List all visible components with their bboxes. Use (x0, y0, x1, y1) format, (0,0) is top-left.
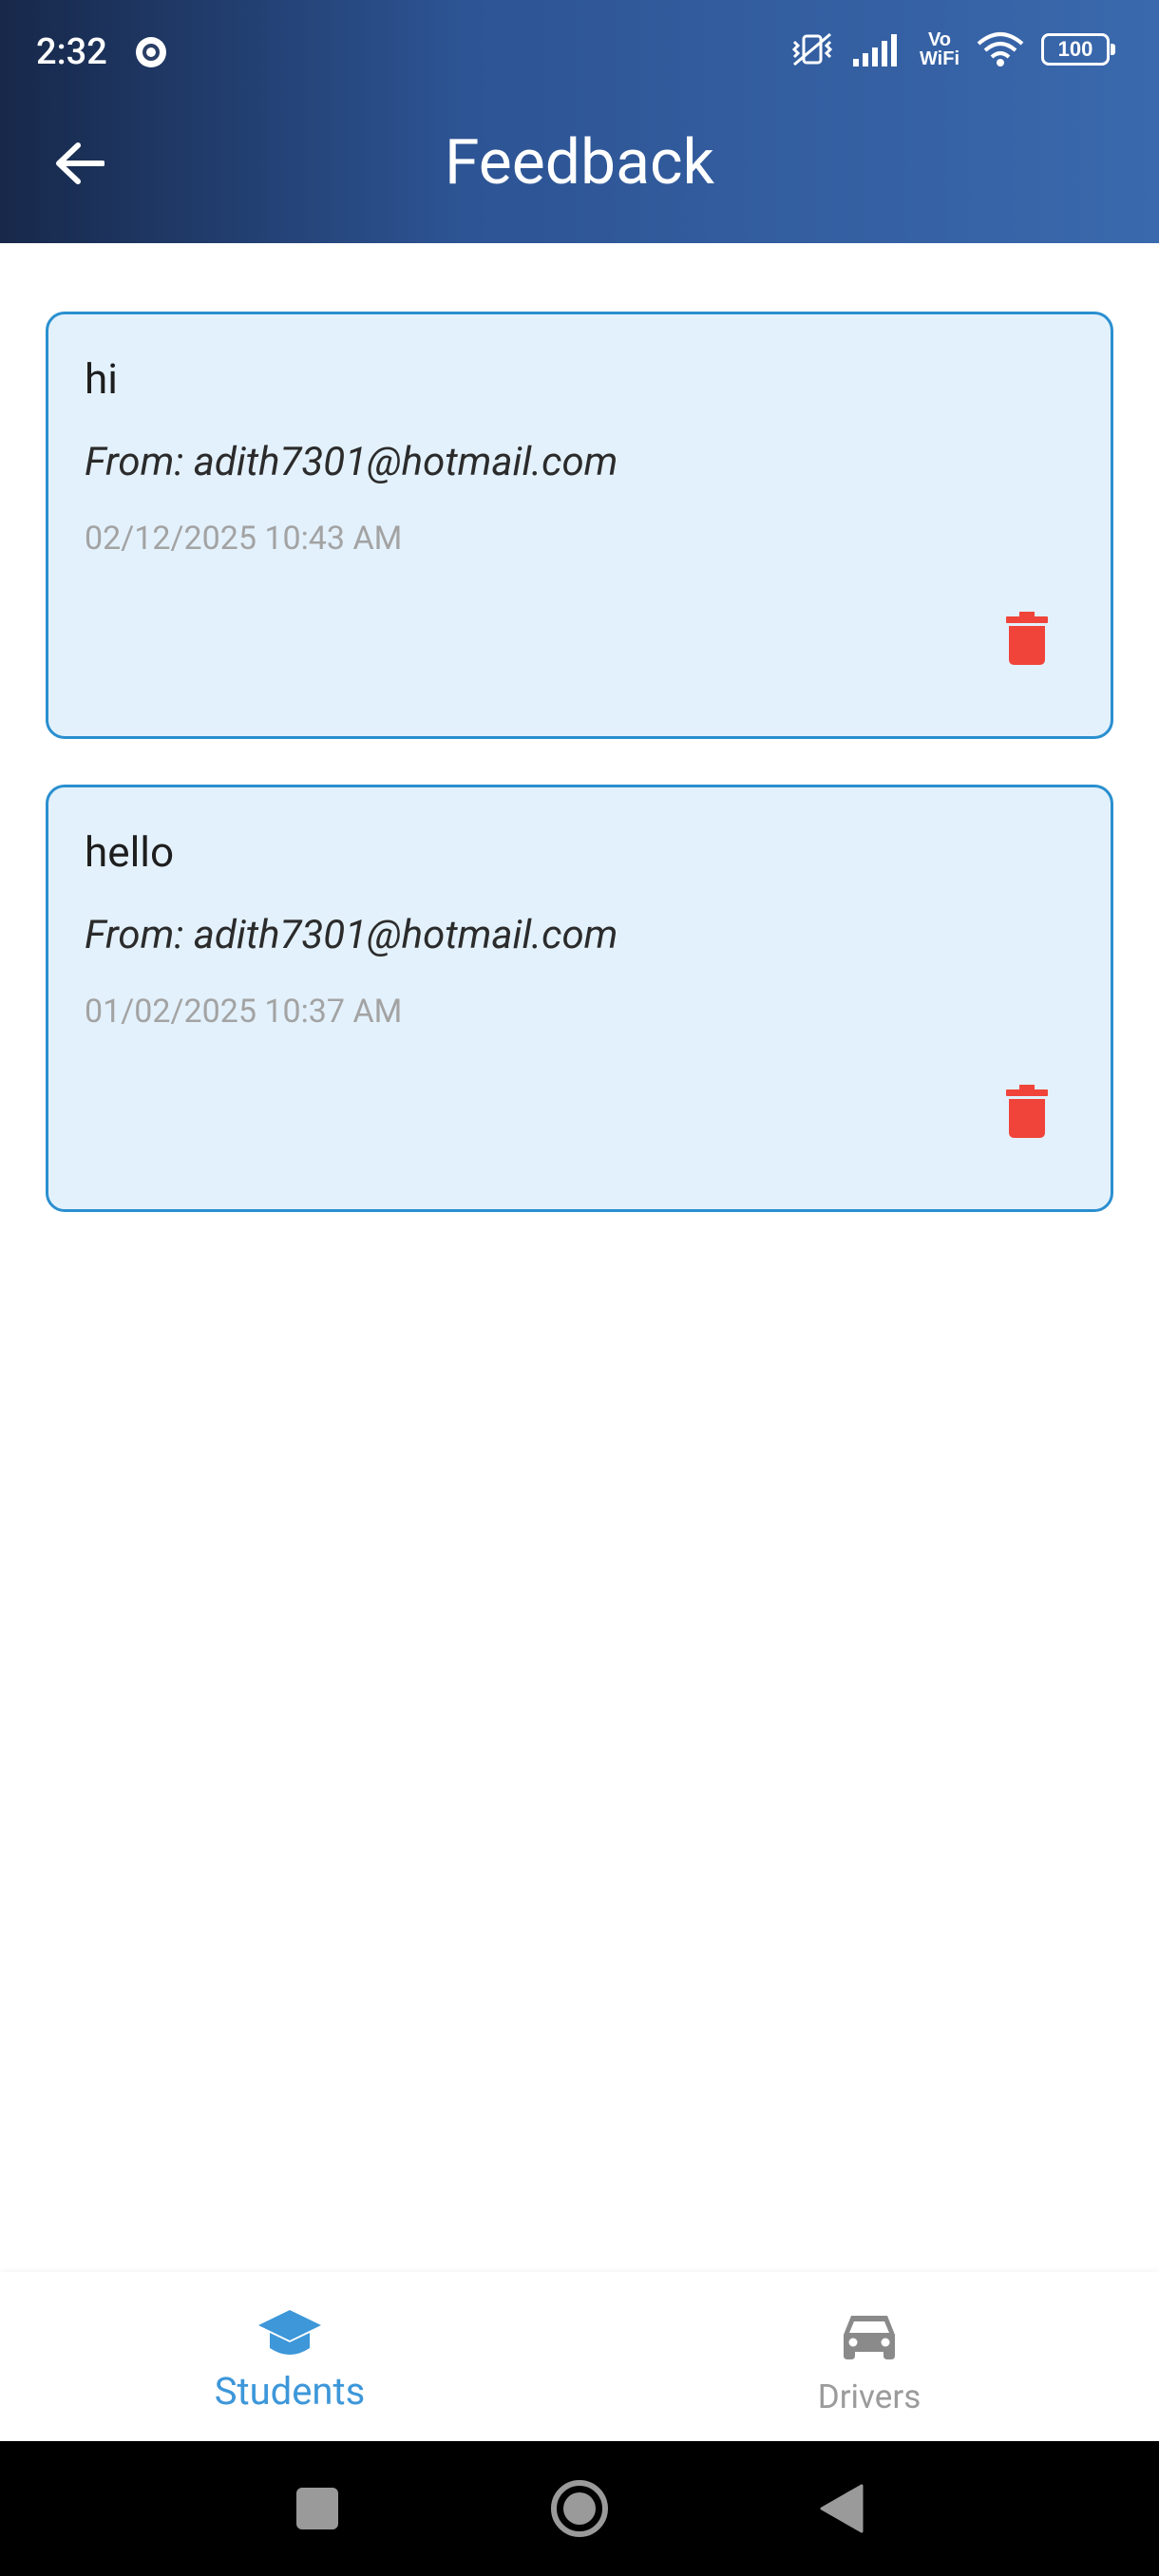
triangle-back-icon (820, 2484, 864, 2533)
nav-drivers-label: Drivers (817, 2377, 922, 2416)
wifi-icon (977, 32, 1024, 66)
bottom-navigation: Students Drivers (0, 2272, 1159, 2441)
trash-icon (1006, 1085, 1048, 1138)
graduation-cap-icon (258, 2310, 321, 2355)
status-time: 2:32 (36, 31, 107, 73)
feedback-message: hi (85, 354, 118, 404)
system-navigation-bar (0, 2441, 1159, 2576)
feedback-sender: From: adith7301@hotmail.com (85, 912, 618, 958)
back-system-button[interactable] (800, 2441, 884, 2576)
feedback-date: 01/02/2025 10:37 AM (85, 993, 403, 1031)
recents-button[interactable] (276, 2441, 359, 2576)
trash-icon (1006, 612, 1048, 665)
recording-indicator-icon (136, 37, 166, 67)
home-button[interactable] (538, 2441, 621, 2576)
square-icon (296, 2488, 338, 2529)
vo-label: Vo (927, 29, 952, 50)
feedback-sender: From: adith7301@hotmail.com (85, 439, 618, 485)
nav-students-label: Students (214, 2369, 366, 2414)
page-title: Feedback (445, 126, 714, 199)
wifi-label: WiFi (919, 48, 960, 69)
delete-button[interactable] (998, 605, 1055, 672)
feedback-card: hi From: adith7301@hotmail.com 02/12/202… (46, 312, 1113, 739)
feedback-card: hello From: adith7301@hotmail.com 01/02/… (46, 785, 1113, 1212)
vowifi-indicator: Vo WiFi (920, 30, 960, 68)
nav-students[interactable]: Students (0, 2272, 580, 2441)
status-icons: Vo WiFi 100 (788, 30, 1115, 68)
delete-button[interactable] (998, 1078, 1055, 1145)
nav-drivers[interactable]: Drivers (580, 2272, 1159, 2441)
app-header: 2:32 Vo WiFi 100 Feedback (0, 0, 1159, 243)
battery-level: 100 (1057, 37, 1093, 61)
feedback-date: 02/12/2025 10:43 AM (85, 520, 403, 558)
circle-icon (551, 2480, 608, 2537)
signal-icon (852, 34, 897, 66)
feedback-message: hello (85, 827, 175, 877)
vibrate-off-icon (791, 32, 833, 66)
battery-indicator: 100 (1041, 33, 1115, 66)
car-icon (844, 2316, 895, 2359)
